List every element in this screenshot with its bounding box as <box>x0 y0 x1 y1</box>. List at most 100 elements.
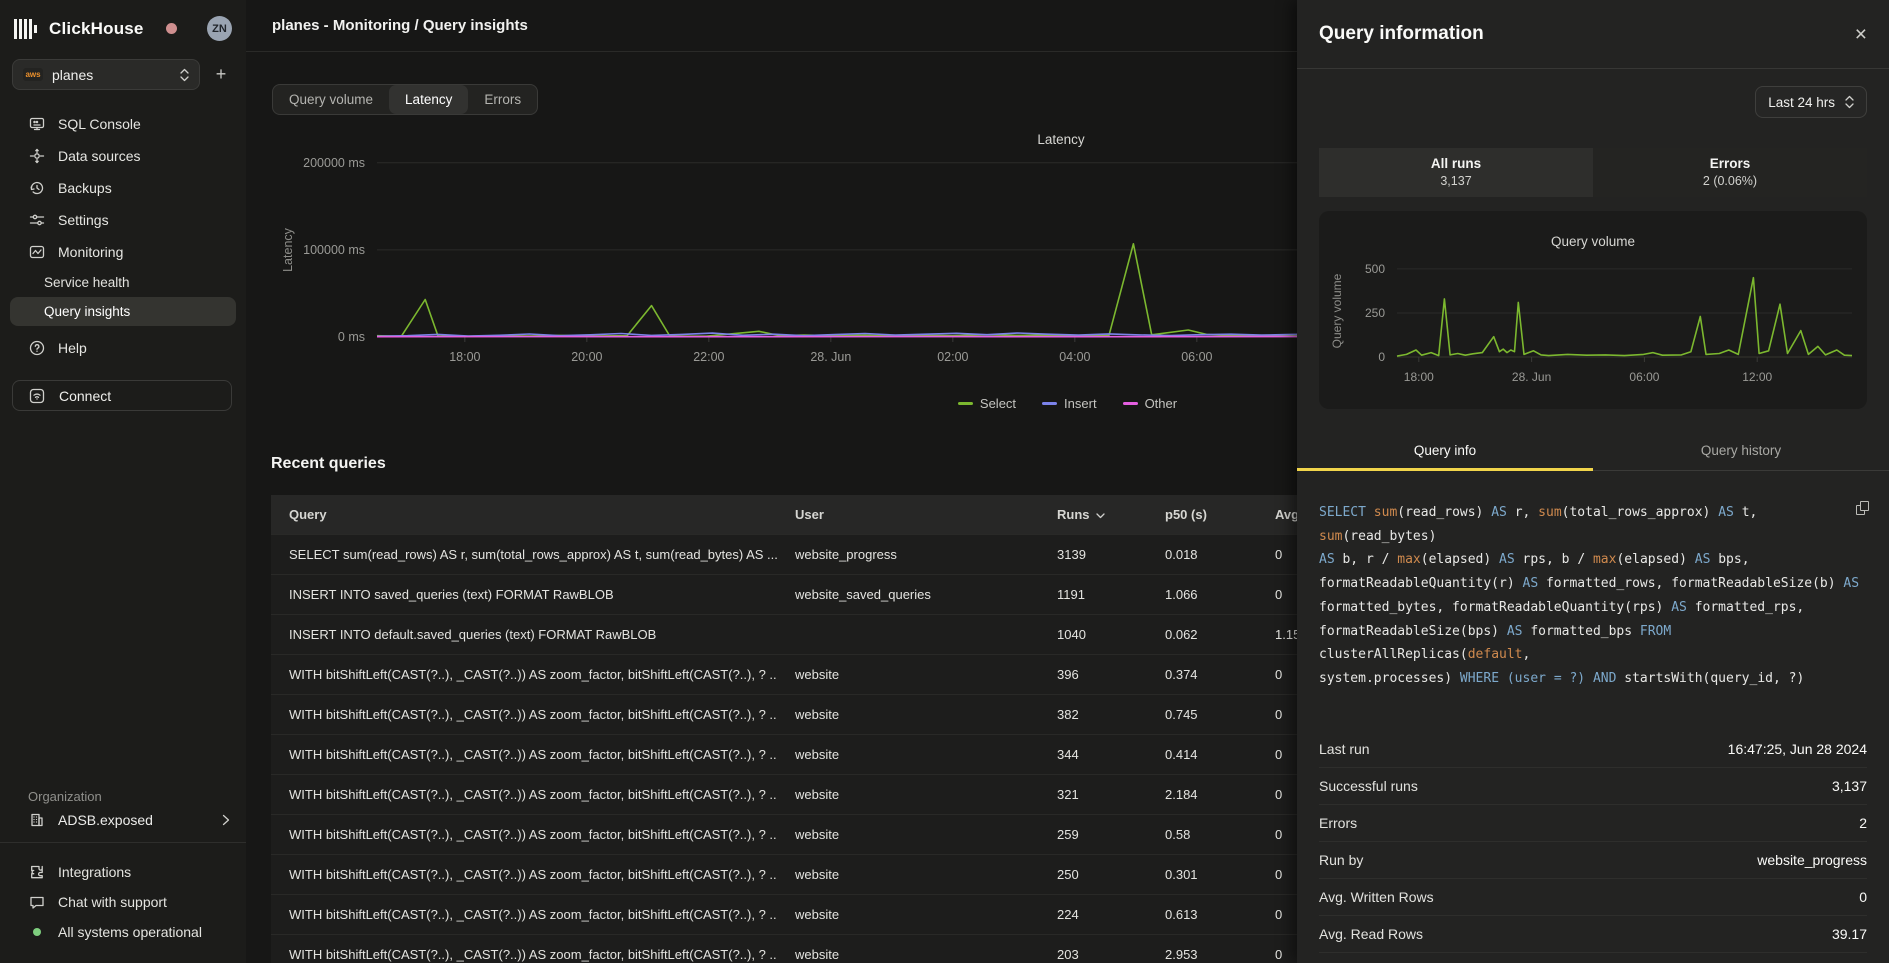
organization-switcher[interactable]: ADSB.exposed <box>0 812 246 842</box>
cell-p50: 0.58 <box>1147 827 1257 842</box>
svg-text:18:00: 18:00 <box>1404 370 1434 384</box>
cell-user: website <box>777 867 1039 882</box>
runs-errors-toggle: All runs 3,137 Errors 2 (0.06%) <box>1319 148 1867 197</box>
sidebar-item-integrations[interactable]: Integrations <box>0 857 246 887</box>
col-p50: p50 (s) <box>1147 507 1257 522</box>
svg-text:Latency: Latency <box>281 227 295 272</box>
svg-text:20:00: 20:00 <box>571 350 602 364</box>
sidebar-item-label: Backups <box>58 180 112 196</box>
cell-query: WITH bitShiftLeft(CAST(?..), _CAST(?..))… <box>271 787 777 802</box>
legend-label: Select <box>980 396 1016 411</box>
aws-icon: aws <box>23 68 43 81</box>
query-volume-chart: 025050018:0028. Jun06:0012:00Query volum… <box>1319 211 1867 409</box>
toggle-errors[interactable]: Errors 2 (0.06%) <box>1593 148 1867 197</box>
cell-p50: 0.374 <box>1147 667 1257 682</box>
cell-user: website <box>777 667 1039 682</box>
avatar[interactable]: ZN <box>207 16 232 41</box>
notification-dot-icon[interactable] <box>166 23 177 34</box>
sidebar-item-monitoring[interactable]: Monitoring <box>0 236 246 268</box>
tab-query-info[interactable]: Query info <box>1297 429 1593 470</box>
cell-query: WITH bitShiftLeft(CAST(?..), _CAST(?..))… <box>271 907 777 922</box>
tab-query-history[interactable]: Query history <box>1593 429 1889 470</box>
cell-p50: 0.062 <box>1147 627 1257 642</box>
data-sources-icon <box>29 148 45 164</box>
toggle-label: All runs <box>1319 156 1593 171</box>
col-runs[interactable]: Runs <box>1039 507 1147 522</box>
legend-label: Other <box>1145 396 1178 411</box>
toggle-value: 2 (0.06%) <box>1593 174 1867 188</box>
sidebar-item-system-status[interactable]: All systems operational <box>0 917 246 947</box>
clickhouse-logo-icon <box>14 19 37 39</box>
time-range-value: Last 24 hrs <box>1768 95 1835 110</box>
stat-row: Avg. Read Rows 39.17 <box>1319 916 1867 953</box>
close-icon[interactable]: × <box>1855 24 1867 45</box>
connect-button[interactable]: Connect <box>12 380 232 411</box>
panel-tabs: Query info Query history <box>1297 429 1889 471</box>
cell-runs: 250 <box>1039 867 1147 882</box>
toggle-all-runs[interactable]: All runs 3,137 <box>1319 148 1593 197</box>
svg-text:0 ms: 0 ms <box>338 330 365 344</box>
sql-code-line: formatReadableQuantity(r) AS formatted_r… <box>1319 572 1867 596</box>
sidebar-item-query-insights[interactable]: Query insights <box>10 297 236 326</box>
cell-p50: 0.613 <box>1147 907 1257 922</box>
building-icon <box>29 812 45 828</box>
cell-runs: 1191 <box>1039 587 1147 602</box>
legend-item-select[interactable]: Select <box>958 396 1016 411</box>
chevron-updown-icon <box>1845 95 1854 109</box>
sidebar-item-chat-support[interactable]: Chat with support <box>0 887 246 917</box>
other-series-swatch <box>1123 402 1138 405</box>
cell-runs: 3139 <box>1039 547 1147 562</box>
col-query: Query <box>271 507 777 522</box>
sidebar-item-settings[interactable]: Settings <box>0 204 246 236</box>
cell-p50: 0.018 <box>1147 547 1257 562</box>
cell-query: WITH bitShiftLeft(CAST(?..), _CAST(?..))… <box>271 667 777 682</box>
tab-errors[interactable]: Errors <box>468 85 537 114</box>
sidebar-item-label: Chat with support <box>58 894 167 910</box>
service-name: planes <box>52 67 171 83</box>
svg-text:04:00: 04:00 <box>1059 350 1090 364</box>
cell-runs: 224 <box>1039 907 1147 922</box>
sidebar-item-backups[interactable]: Backups <box>0 172 246 204</box>
cell-user: website <box>777 787 1039 802</box>
sidebar: ClickHouse ZN aws planes + SQL Console D… <box>0 0 246 963</box>
select-series-swatch <box>958 402 973 405</box>
settings-icon <box>29 212 45 228</box>
stat-label: Errors <box>1319 815 1357 831</box>
stat-value: 2 <box>1859 815 1867 831</box>
tab-latency[interactable]: Latency <box>389 85 468 114</box>
cell-query: WITH bitShiftLeft(CAST(?..), _CAST(?..))… <box>271 827 777 842</box>
legend-item-insert[interactable]: Insert <box>1042 396 1097 411</box>
sidebar-item-label: Data sources <box>58 148 140 164</box>
sidebar-item-label: Settings <box>58 212 109 228</box>
sidebar-item-label: All systems operational <box>58 924 202 940</box>
sidebar-item-data-sources[interactable]: Data sources <box>0 140 246 172</box>
puzzle-icon <box>29 864 45 880</box>
copy-icon[interactable] <box>1856 501 1869 515</box>
organization-name: ADSB.exposed <box>58 812 153 828</box>
svg-text:Query volume: Query volume <box>1330 273 1344 348</box>
sidebar-item-sql-console[interactable]: SQL Console <box>0 108 246 140</box>
service-selector[interactable]: aws planes <box>12 59 200 90</box>
toggle-label: Errors <box>1593 156 1867 171</box>
brand-row: ClickHouse ZN <box>0 0 246 51</box>
chart-tabs: Query volume Latency Errors <box>272 84 538 115</box>
sql-code-line: SELECT sum(read_rows) AS r, sum(total_ro… <box>1319 501 1867 548</box>
sidebar-item-service-health[interactable]: Service health <box>0 268 246 297</box>
sql-code-block: SELECT sum(read_rows) AS r, sum(total_ro… <box>1319 501 1867 691</box>
svg-text:12:00: 12:00 <box>1742 370 1772 384</box>
stat-value: website_progress <box>1757 852 1867 868</box>
stat-label: Last run <box>1319 741 1370 757</box>
cell-user: website_progress <box>777 547 1039 562</box>
legend-item-other[interactable]: Other <box>1123 396 1178 411</box>
backups-icon <box>29 180 45 196</box>
cell-user: website <box>777 827 1039 842</box>
stat-row: Run by website_progress <box>1319 842 1867 879</box>
sidebar-item-help[interactable]: Help <box>0 332 246 364</box>
svg-text:02:00: 02:00 <box>937 350 968 364</box>
tab-query-volume[interactable]: Query volume <box>273 85 389 114</box>
time-range-select[interactable]: Last 24 hrs <box>1755 86 1867 118</box>
add-service-button[interactable]: + <box>210 64 232 85</box>
stat-row: Successful runs 3,137 <box>1319 768 1867 805</box>
stat-value: 3,137 <box>1832 778 1867 794</box>
status-dot-icon <box>33 928 41 936</box>
